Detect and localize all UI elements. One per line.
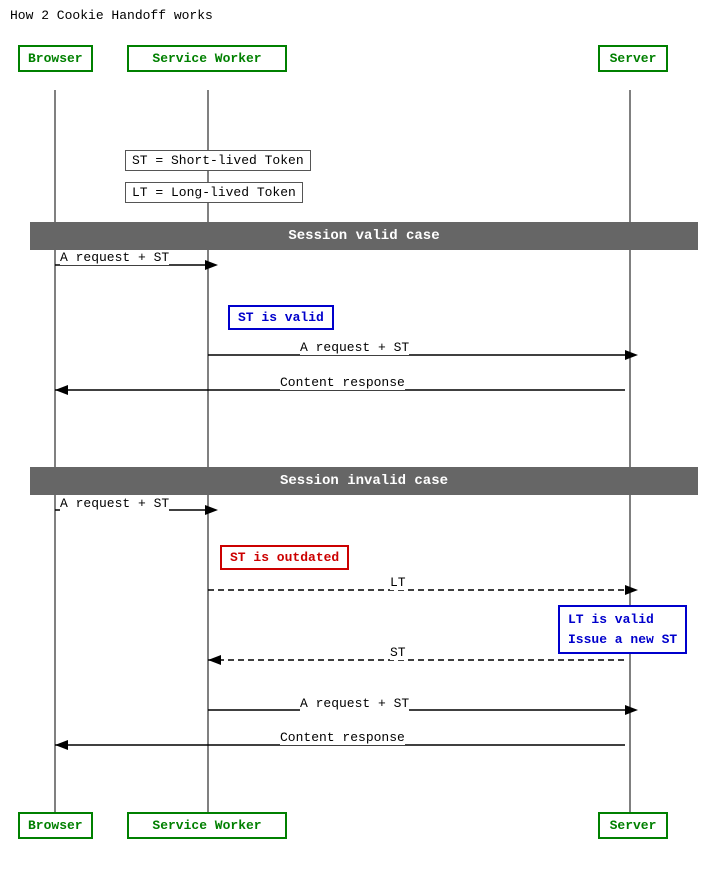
st-outdated-box: ST is outdated xyxy=(220,545,349,570)
browser-box-bottom: Browser xyxy=(18,812,93,839)
section-invalid: Session invalid case xyxy=(30,467,698,495)
label-req-st-4: A request + ST xyxy=(300,696,409,711)
label-req-st-2: A request + ST xyxy=(300,340,409,355)
def-st: ST = Short-lived Token xyxy=(125,150,311,171)
service-worker-box-bottom: Service Worker xyxy=(127,812,287,839)
def-lt: LT = Long-lived Token xyxy=(125,182,303,203)
label-lt: LT xyxy=(390,575,406,590)
section-valid: Session valid case xyxy=(30,222,698,250)
label-req-st-1: A request + ST xyxy=(60,250,169,265)
label-content-resp-2: Content response xyxy=(280,730,405,745)
server-box-top: Server xyxy=(598,45,668,72)
server-box-bottom: Server xyxy=(598,812,668,839)
diagram-title: How 2 Cookie Handoff works xyxy=(10,8,213,23)
label-req-st-3: A request + ST xyxy=(60,496,169,511)
service-worker-box-top: Service Worker xyxy=(127,45,287,72)
label-st-back: ST xyxy=(390,645,406,660)
diagram-container: How 2 Cookie Handoff works xyxy=(0,0,710,872)
browser-box-top: Browser xyxy=(18,45,93,72)
label-content-resp-1: Content response xyxy=(280,375,405,390)
st-valid-box: ST is valid xyxy=(228,305,334,330)
lt-valid-box: LT is validIssue a new ST xyxy=(558,605,687,654)
